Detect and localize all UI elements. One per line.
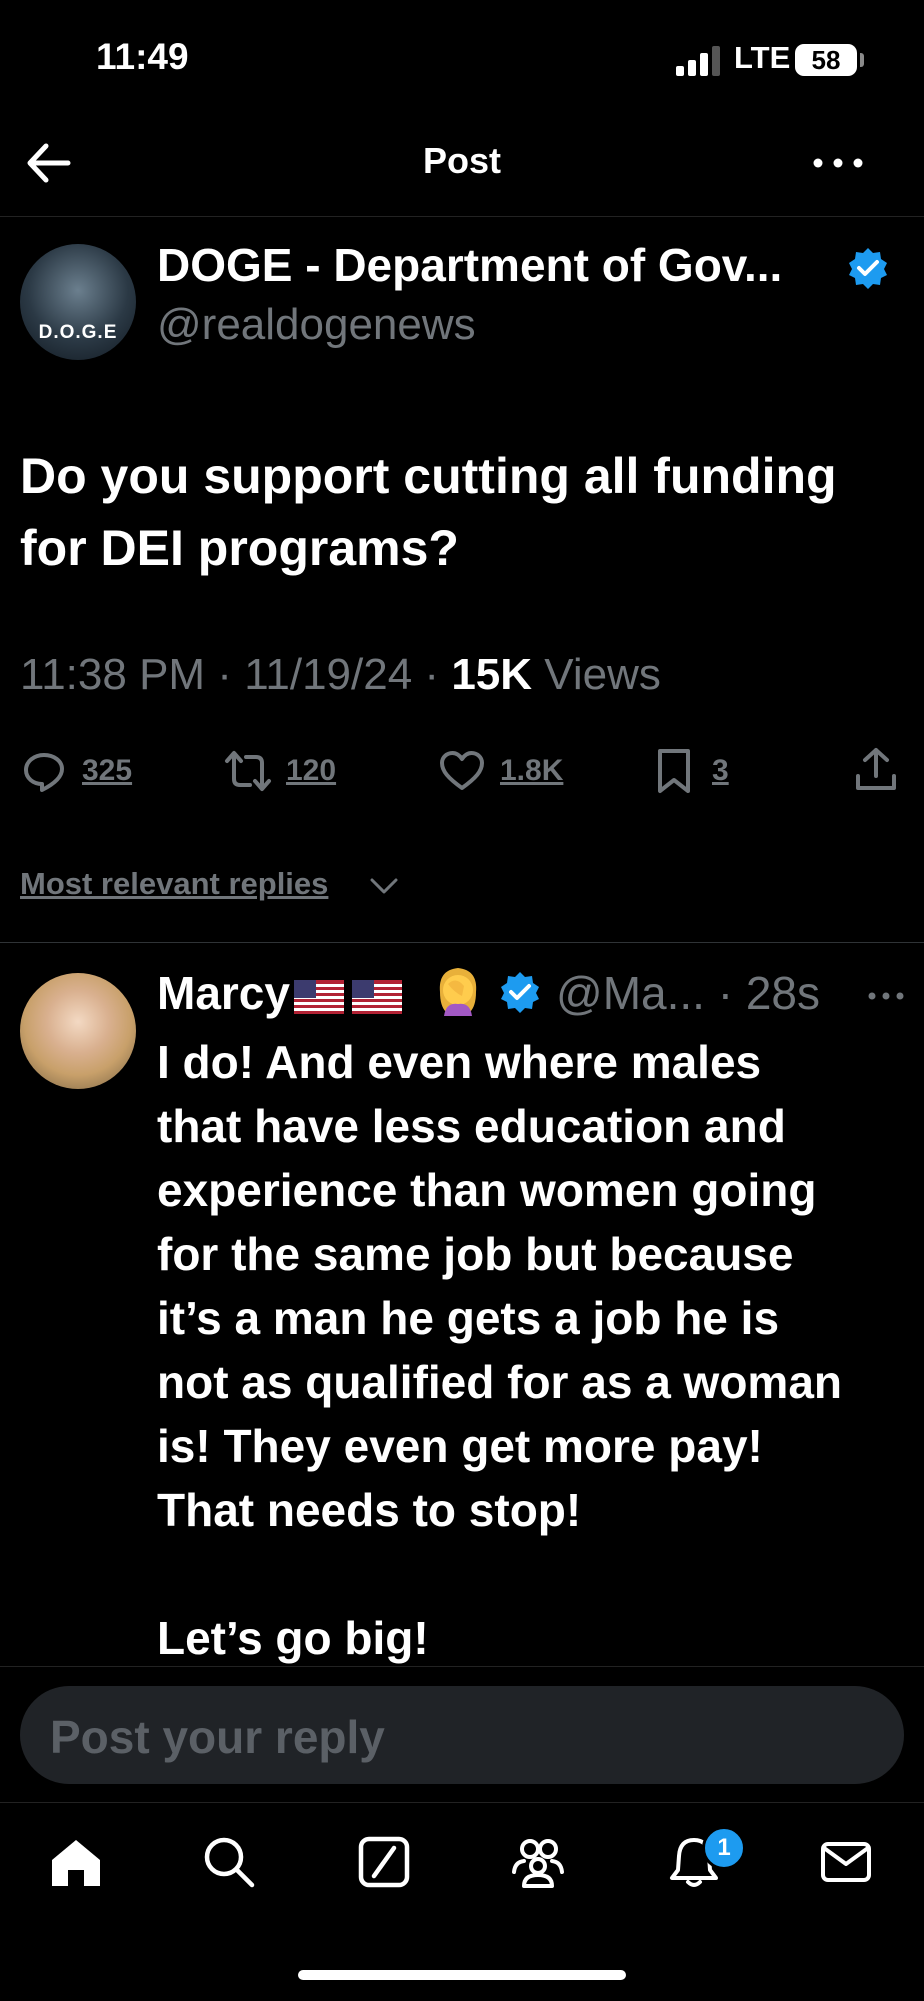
post-time: 11:38 PM xyxy=(20,650,206,699)
post-meta: 11:38 PM · 11/19/24 · 15K Views xyxy=(20,650,661,699)
reply-button[interactable]: 325 xyxy=(20,746,132,796)
reply-text-line: it’s a man he gets a job he is xyxy=(157,1292,780,1344)
reply-text: I do! And even where males that have les… xyxy=(157,1030,917,1670)
us-flag-icon xyxy=(293,979,344,1014)
reply-text-line: I do! And even where males xyxy=(157,1036,762,1088)
header-divider xyxy=(0,216,924,217)
heart-icon xyxy=(440,751,484,790)
reply-meta: @Ma... · 28s xyxy=(556,967,821,1019)
battery-tip xyxy=(860,53,864,67)
repost-button[interactable]: 120 xyxy=(224,746,336,796)
signal-icon xyxy=(676,46,720,76)
replies-sort-dropdown[interactable]: Most relevant replies xyxy=(20,866,328,902)
status-time: 11:49 xyxy=(96,36,189,77)
repost-count: 120 xyxy=(286,754,337,787)
reply-text-line xyxy=(157,1542,917,1606)
battery-icon: 58 xyxy=(795,44,857,76)
reply-author-handle[interactable]: @Ma... xyxy=(556,967,705,1019)
network-label: LTE xyxy=(734,40,791,75)
reply-count: 325 xyxy=(82,754,133,787)
reply-text-line: for the same job but because xyxy=(157,1228,794,1280)
author-name[interactable]: DOGE - Department of Gov... xyxy=(157,238,782,292)
us-flag-icon xyxy=(351,979,402,1014)
reply-author-name[interactable]: Marcy xyxy=(157,966,406,1020)
reply-age: 28s xyxy=(745,967,821,1019)
reply-author-label: Marcy xyxy=(157,967,290,1019)
post-date: 11/19/24 xyxy=(244,650,413,699)
bookmark-count: 3 xyxy=(712,754,729,787)
bookmark-button[interactable]: 3 xyxy=(650,746,729,796)
bookmark-icon xyxy=(658,749,690,793)
page-title: Post xyxy=(422,140,501,181)
mail-icon[interactable] xyxy=(818,1834,874,1890)
verified-badge-icon xyxy=(501,972,539,1013)
search-icon[interactable] xyxy=(201,1834,257,1890)
home-icon[interactable] xyxy=(48,1834,104,1890)
reply-text-line: experience than women going xyxy=(157,1164,817,1216)
post-text: Do you support cutting all funding for D… xyxy=(20,448,837,576)
like-button[interactable]: 1.8K xyxy=(438,746,563,796)
replies-divider xyxy=(0,942,924,943)
grok-icon[interactable] xyxy=(356,1834,412,1890)
home-indicator[interactable] xyxy=(298,1970,626,1980)
more-horizontal-icon[interactable] xyxy=(866,990,906,1002)
reply-text-line: not as qualified for as a woman xyxy=(157,1356,843,1408)
reply-text-line: is! They even get more pay! xyxy=(157,1420,763,1472)
author-avatar[interactable]: D.O.G.E xyxy=(20,244,136,360)
notification-badge: 1 xyxy=(702,1826,746,1870)
facepalm-emoji-icon xyxy=(439,968,477,1016)
communities-icon[interactable] xyxy=(510,1834,566,1890)
share-icon[interactable] xyxy=(852,746,900,794)
verified-badge-icon xyxy=(849,248,887,289)
reply-text-line: that have less education and xyxy=(157,1100,786,1152)
reply-text-line: That needs to stop! xyxy=(157,1484,582,1536)
more-horizontal-icon[interactable] xyxy=(808,148,868,178)
like-count: 1.8K xyxy=(500,754,564,787)
reply-icon xyxy=(24,753,64,792)
reply-text-line: Let’s go big! xyxy=(157,1612,429,1664)
reply-composer-placeholder: Post your reply xyxy=(50,1711,385,1763)
chevron-down-icon[interactable] xyxy=(368,874,400,898)
views-label: Views xyxy=(544,650,661,699)
views-count: 15K xyxy=(451,650,533,699)
reply-avatar[interactable] xyxy=(20,973,136,1089)
author-handle[interactable]: @realdogenews xyxy=(157,300,476,350)
repost-icon xyxy=(225,751,271,791)
avatar-label: D.O.G.E xyxy=(38,322,118,343)
